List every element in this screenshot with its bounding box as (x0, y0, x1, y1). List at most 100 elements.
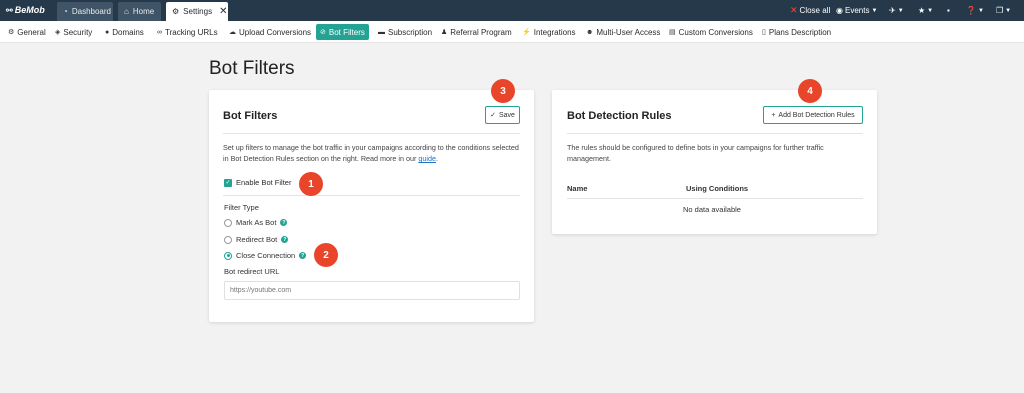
option-close-connection[interactable]: Close Connection ? (224, 251, 307, 260)
redirect-bot-label: Redirect Bot (236, 235, 278, 244)
dashboard-icon: ◔ (63, 7, 68, 16)
option-redirect-bot[interactable]: Redirect Bot ? (224, 235, 289, 244)
help-menu[interactable]: ❓ ▼ (966, 0, 984, 21)
add-bot-detection-rules-button[interactable]: + Add Bot Detection Rules (763, 106, 863, 124)
nav-upload-conversions-label: Upload Conversions (239, 27, 312, 37)
chat-button[interactable]: ▪ (947, 0, 950, 21)
bot-detection-rules-card: Bot Detection Rules + Add Bot Detection … (552, 90, 877, 234)
enable-bot-filter-label: Enable Bot Filter (236, 178, 292, 187)
close-tab-icon[interactable]: ✕ (219, 6, 227, 17)
header-divider (567, 133, 863, 134)
app-logo[interactable]: ⚯ BeMob (6, 5, 45, 15)
home-icon: ⌂ (124, 7, 129, 16)
annotation-badge-1: 1 (299, 172, 323, 196)
tab-settings-label: Settings (183, 7, 213, 16)
help-icon[interactable]: ? (280, 219, 288, 226)
shield-icon: ◈ (55, 29, 61, 36)
nav-domains[interactable]: ● Domains (101, 24, 148, 40)
close-connection-radio[interactable] (224, 251, 232, 260)
windows-icon: ❐ (996, 6, 1004, 15)
check-icon: ✓ (490, 112, 496, 119)
bot-redirect-url-input[interactable] (224, 281, 520, 300)
close-connection-label: Close Connection (236, 251, 296, 260)
filter-type-label: Filter Type (224, 203, 259, 212)
close-all-button[interactable]: ✕ Close all (790, 0, 830, 21)
save-button[interactable]: ✓ Save (485, 106, 520, 124)
star-icon: ★ (918, 6, 926, 15)
nav-plans-description-label: Plans Description (768, 27, 832, 37)
redirect-bot-radio[interactable] (224, 235, 232, 244)
enable-bot-filter-row[interactable]: ✓ Enable Bot Filter (224, 178, 291, 187)
enable-bot-filter-checkbox[interactable]: ✓ (224, 178, 232, 187)
link-icon: ∞ (157, 28, 162, 36)
chevron-down-icon: ▼ (977, 7, 984, 14)
tab-dashboard-label: Dashboard (71, 7, 111, 16)
annotation-badge-4: 4 (798, 79, 822, 103)
table-header-divider (567, 198, 863, 199)
nav-subscription-label: Subscription (388, 27, 433, 37)
help-icon[interactable]: ? (281, 236, 289, 243)
close-all-icon: ✕ (790, 5, 798, 15)
referral-icon: ♟ (441, 29, 448, 36)
tab-dashboard[interactable]: ◔ Dashboard (57, 2, 113, 21)
rocket-menu[interactable]: ✈ ▼ (889, 0, 904, 21)
chevron-down-icon: ▼ (1005, 7, 1012, 14)
nav-multi-user-access[interactable]: ☻ Multi-User Access (582, 24, 664, 40)
nav-general-label: General (17, 27, 46, 37)
detection-rules-description: The rules should be configured to define… (567, 143, 824, 163)
events-label: Events (844, 6, 870, 15)
nav-bot-filters[interactable]: ⊘ Bot Filters (316, 24, 369, 40)
nav-integrations-label: Integrations (533, 27, 576, 37)
save-button-label: Save (498, 111, 515, 119)
annotation-badge-2: 2 (314, 243, 338, 267)
mark-as-bot-radio[interactable] (224, 218, 232, 227)
nav-tracking-urls-label: Tracking URLs (165, 27, 218, 37)
chevron-down-icon: ▼ (927, 7, 934, 14)
column-name[interactable]: Name (567, 184, 587, 193)
nav-general[interactable]: ⚙ General (4, 24, 50, 40)
favorites-menu[interactable]: ★ ▼ (918, 0, 933, 21)
credit-card-icon: ▬ (378, 28, 385, 36)
option-mark-as-bot[interactable]: Mark As Bot ? (224, 218, 288, 227)
nav-security[interactable]: ◈ Security (51, 24, 96, 40)
nav-custom-conversions[interactable]: ▤ Custom Conversions (665, 24, 757, 40)
header-divider (223, 133, 520, 134)
guide-link[interactable]: guide (418, 154, 436, 163)
empty-state-text: No data available (683, 205, 741, 214)
tab-settings[interactable]: ⚙ Settings ✕ (166, 2, 228, 21)
nav-bot-filters-label: Bot Filters (328, 27, 365, 37)
nav-referral-program[interactable]: ♟ Referral Program (437, 24, 516, 40)
users-icon: ☻ (586, 28, 594, 36)
page-title: Bot Filters (209, 58, 295, 79)
tab-home[interactable]: ⌂ Home (118, 2, 161, 21)
bot-filters-card: Bot Filters ✓ Save Set up filters to man… (209, 90, 534, 322)
nav-tracking-urls[interactable]: ∞ Tracking URLs (153, 24, 222, 40)
help-icon[interactable]: ? (299, 252, 307, 259)
bot-filters-title: Bot Filters (223, 110, 278, 122)
nav-multi-user-access-label: Multi-User Access (596, 27, 661, 37)
description-text: Set up filters to manage the bot traffic… (223, 143, 519, 163)
events-menu[interactable]: ◉ Events ▼ (836, 0, 877, 21)
windows-menu[interactable]: ❐ ▼ (996, 0, 1011, 21)
nav-subscription[interactable]: ▬ Subscription (374, 24, 436, 40)
chevron-down-icon: ▼ (897, 7, 904, 14)
nav-integrations[interactable]: ⚡ Integrations (518, 24, 580, 40)
nav-domains-label: Domains (112, 27, 144, 37)
gear-icon: ⚙ (8, 29, 15, 36)
cloud-upload-icon: ☁ (229, 29, 236, 36)
nav-referral-program-label: Referral Program (450, 27, 512, 37)
bot-filters-description: Set up filters to manage the bot traffic… (223, 142, 523, 164)
nav-custom-conversions-label: Custom Conversions (678, 27, 753, 37)
column-using-conditions[interactable]: Using Conditions (686, 184, 748, 193)
nav-plans-description[interactable]: ▯ Plans Description (758, 24, 835, 40)
chat-icon: ▪ (947, 6, 950, 15)
bemob-logo-icon: ⚯ (6, 5, 13, 15)
document-icon: ▯ (762, 29, 766, 36)
top-bar: ⚯ BeMob ◔ Dashboard ⌂ Home ⚙ Settings ✕ … (0, 0, 1024, 21)
globe-icon: ● (105, 28, 110, 36)
bot-redirect-url-label: Bot redirect URL (224, 267, 280, 276)
bot-detection-rules-title: Bot Detection Rules (567, 110, 672, 122)
nav-security-label: Security (63, 27, 93, 37)
nav-upload-conversions[interactable]: ☁ Upload Conversions (225, 24, 315, 40)
rocket-icon: ✈ (889, 6, 896, 15)
